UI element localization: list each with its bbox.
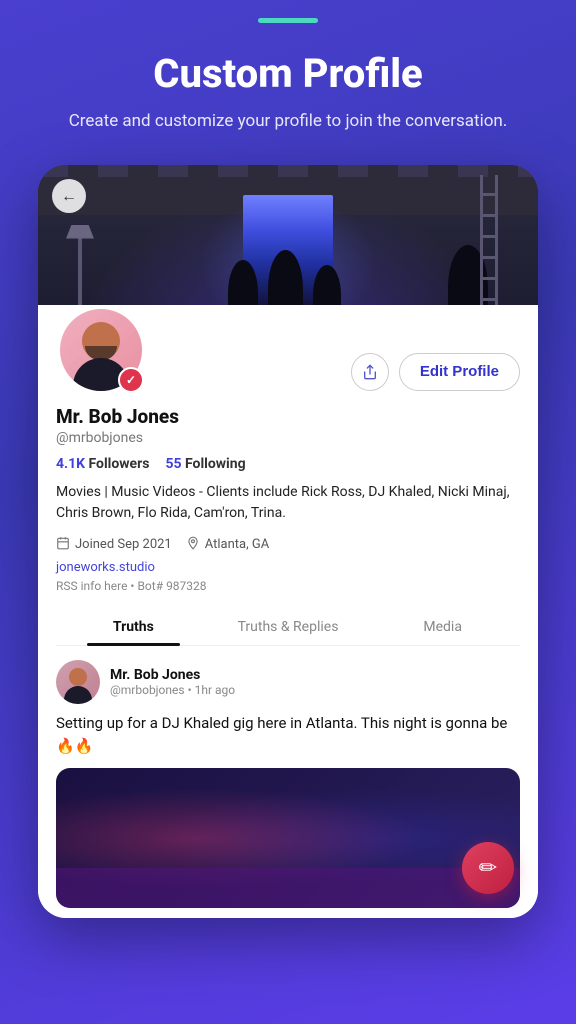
calendar-icon (56, 536, 70, 554)
back-button[interactable]: ← (52, 179, 86, 213)
share-button[interactable] (351, 353, 389, 391)
profile-actions: Edit Profile (351, 353, 520, 395)
location-meta: Atlanta, GA (186, 536, 269, 554)
tab-media[interactable]: Media (365, 607, 520, 645)
profile-section: ✓ Edit Profile Mr. Bob Jones @mrbobjones (38, 305, 538, 646)
hero-section: Custom Profile Create and customize your… (39, 51, 538, 165)
follow-stats: 4.1K Followers 55 Following (56, 456, 520, 472)
profile-handle: @mrbobjones (56, 430, 520, 446)
post-meta: Mr. Bob Jones @mrbobjones • 1hr ago (110, 667, 235, 697)
joined-text: Joined Sep 2021 (75, 537, 172, 552)
following-label: Following (185, 456, 246, 472)
tab-truths[interactable]: Truths (56, 607, 211, 645)
avatar-head (82, 322, 120, 360)
hero-title: Custom Profile (69, 51, 508, 97)
tab-truths-replies[interactable]: Truths & Replies (211, 607, 366, 645)
phone-card: ← ✓ (38, 165, 538, 919)
post-avatar-person (63, 668, 93, 704)
bio-text: Movies | Music Videos - Clients include … (56, 482, 520, 524)
post-avatar-head (69, 668, 87, 686)
following-count: 55 (165, 456, 181, 472)
stage-truss (38, 165, 538, 177)
followers-label: Followers (89, 456, 150, 472)
followers-stat[interactable]: 4.1K Followers (56, 456, 149, 472)
profile-top-row: ✓ Edit Profile (56, 305, 520, 395)
top-accent-bar (258, 18, 318, 23)
light-stand (78, 235, 82, 315)
following-stat[interactable]: 55 Following (165, 456, 245, 472)
joined-meta: Joined Sep 2021 (56, 536, 172, 554)
edit-profile-button[interactable]: Edit Profile (399, 353, 520, 391)
post-submeta: @mrbobjones • 1hr ago (110, 683, 235, 697)
phone-card-wrapper: ← ✓ (38, 165, 538, 919)
post-author-name: Mr. Bob Jones (110, 667, 235, 683)
meta-row: Joined Sep 2021 Atlanta, GA (56, 536, 520, 554)
ladder (480, 175, 498, 305)
profile-name: Mr. Bob Jones (56, 405, 520, 428)
profile-link[interactable]: joneworks.studio (56, 560, 520, 575)
compose-icon: ✏ (479, 856, 497, 881)
post-avatar-body (64, 686, 92, 704)
post-image (56, 768, 520, 908)
rss-info: RSS info here • Bot# 987328 (56, 579, 520, 593)
verified-badge: ✓ (118, 367, 144, 393)
back-icon: ← (61, 186, 77, 206)
tabs-row: Truths Truths & Replies Media (56, 607, 520, 646)
post-image-stage-lights (56, 868, 520, 908)
post-text: Setting up for a DJ Khaled gig here in A… (56, 712, 520, 759)
followers-count: 4.1K (56, 456, 85, 472)
post-separator: • (188, 683, 192, 697)
location-text: Atlanta, GA (205, 537, 269, 552)
post-header: Mr. Bob Jones @mrbobjones • 1hr ago (56, 660, 520, 704)
location-icon (186, 536, 200, 554)
compose-fab-button[interactable]: ✏ (462, 842, 514, 894)
hero-subtitle: Create and customize your profile to joi… (69, 109, 508, 135)
post-avatar (56, 660, 100, 704)
avatar-wrap: ✓ (56, 305, 146, 395)
